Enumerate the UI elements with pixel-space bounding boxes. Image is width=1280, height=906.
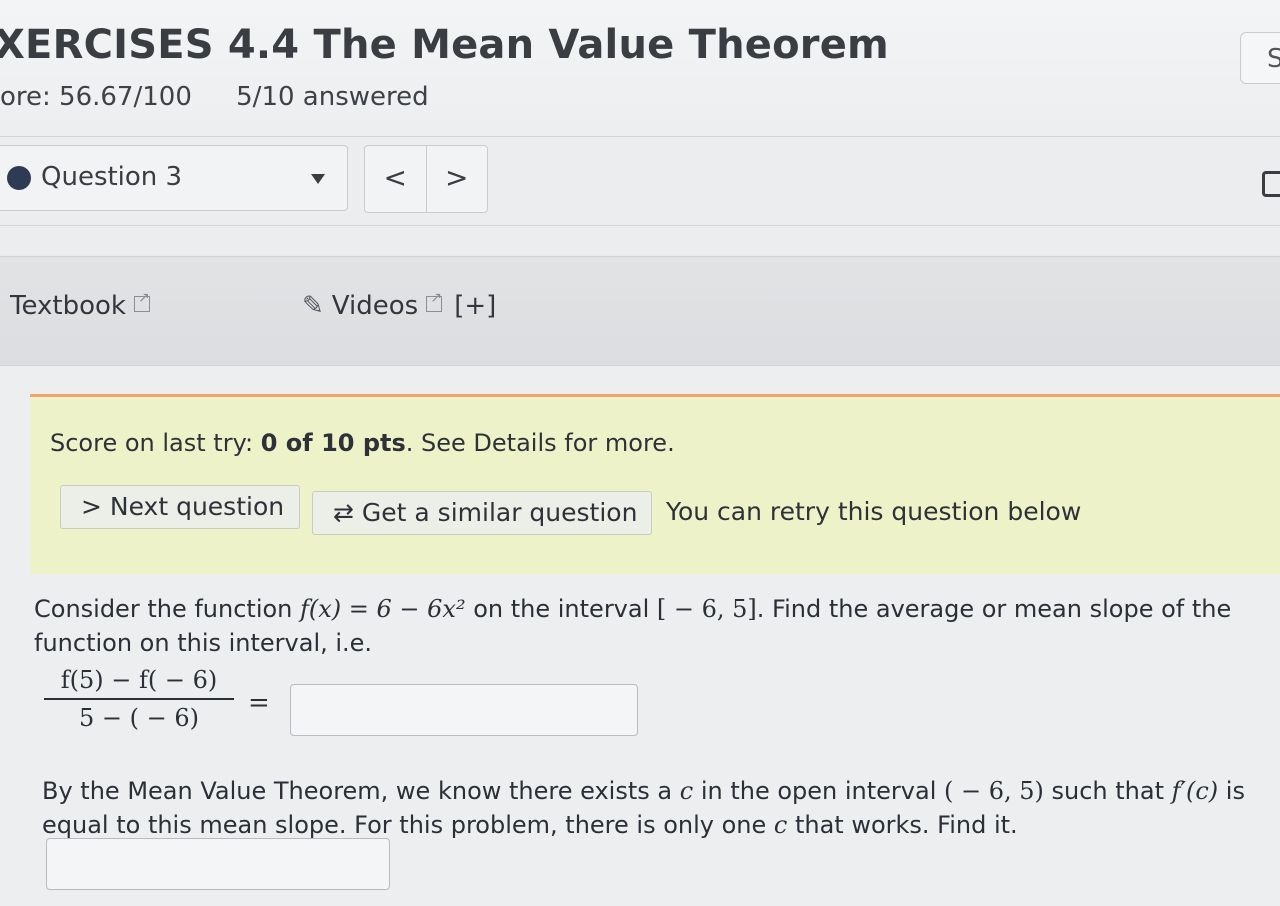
question-select[interactable]: Question 3 (0, 145, 348, 211)
assignment-score: ore: 56.67/100 (0, 82, 192, 112)
question-navigation: Question 3 < > (0, 137, 1280, 255)
fraction-numerator: f(5) − f( − 6) (44, 666, 234, 700)
next-question-button[interactable]: > Next question (60, 485, 300, 529)
closed-interval: [ − 6, 5] (656, 595, 757, 623)
videos-label: Videos (331, 291, 419, 321)
external-link-icon (133, 290, 150, 312)
last-try-points: 0 of 10 pts (260, 429, 406, 457)
videos-link[interactable]: ✎Videos [+] (302, 290, 496, 321)
resources-bar: Textbook ✎Videos [+] (0, 256, 1280, 366)
similar-question-button[interactable]: ⇄ Get a similar question (312, 491, 652, 535)
paperclip-icon: ✎ (302, 291, 324, 321)
problem-statement: Consider the function f(x) = 6 − 6x² on … (34, 595, 1232, 657)
external-link-icon (426, 290, 443, 312)
mean-slope-fraction: f(5) − f( − 6) 5 − ( − 6) (44, 666, 234, 732)
answered-count: 5/10 answered (236, 82, 429, 112)
textbook-link[interactable]: Textbook (10, 290, 150, 321)
assignment-header: XERCISES 4.4 The Mean Value Theorem ore:… (0, 0, 1280, 137)
derivative-expression: f′(c) (1171, 777, 1219, 805)
open-interval: ( − 6, 5) (944, 777, 1044, 805)
score-banner: Score on last try: 0 of 10 pts. See Deta… (30, 394, 1280, 574)
textbook-label: Textbook (10, 291, 126, 321)
caret-down-icon (311, 174, 325, 184)
question-body: Score on last try: 0 of 10 pts. See Deta… (0, 366, 1280, 906)
last-try-score: Score on last try: 0 of 10 pts. See Deta… (50, 429, 675, 457)
function-expression: f(x) = 6 − 6x² (300, 595, 466, 623)
equals-sign: = (248, 688, 270, 718)
question-arrows: < > (364, 145, 488, 213)
c-value-input[interactable] (46, 838, 390, 890)
fraction-denominator: 5 − ( − 6) (79, 704, 199, 732)
retry-message: You can retry this question below (666, 497, 1082, 526)
question-status-dot-icon (7, 166, 31, 190)
page-title: XERCISES 4.4 The Mean Value Theorem (0, 22, 889, 68)
expand-videos-button[interactable]: [+] (454, 291, 496, 321)
score-summary: ore: 56.67/100 5/10 answered (0, 82, 465, 112)
previous-question-button[interactable]: < (365, 146, 427, 212)
repeat-icon: ⇄ (333, 498, 362, 527)
divider (0, 225, 1280, 226)
mvt-statement: By the Mean Value Theorem, we know there… (42, 777, 1245, 839)
question-select-label: Question 3 (41, 162, 183, 192)
next-question-arrow-button[interactable]: > (427, 146, 488, 212)
corner-button[interactable]: S (1240, 32, 1280, 84)
mean-slope-input[interactable] (290, 684, 638, 736)
checkbox-icon[interactable] (1262, 171, 1280, 197)
